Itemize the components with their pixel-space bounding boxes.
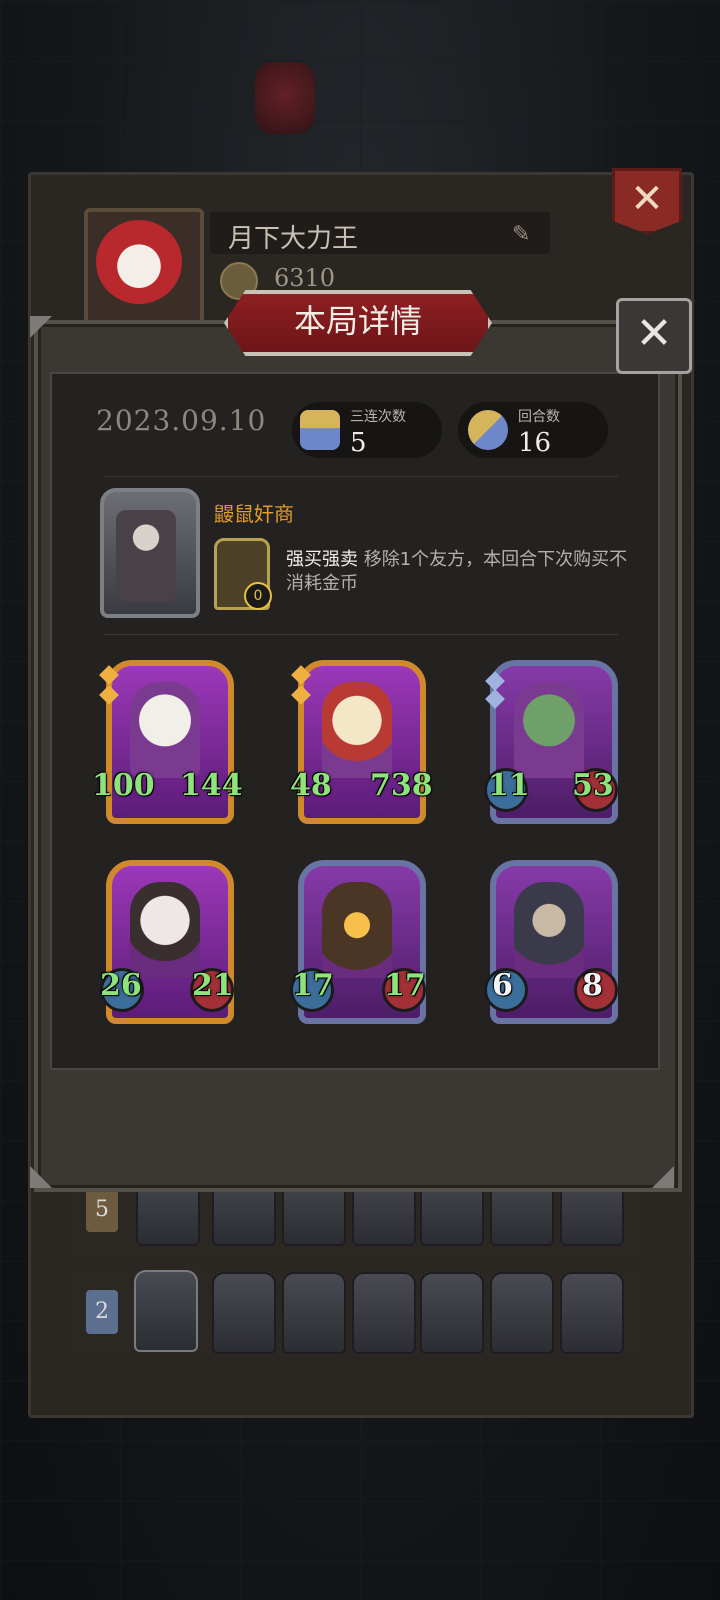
unit-health: 53 <box>572 768 614 803</box>
rank-badge: 5 <box>86 1188 118 1232</box>
unit-thumb <box>352 1272 416 1354</box>
unit-thumb <box>420 1272 484 1354</box>
triple-icon <box>300 410 340 450</box>
rounds-icon <box>468 410 508 450</box>
player-name: 月下大力王 <box>228 224 359 254</box>
unit-thumb <box>560 1272 624 1354</box>
unit-health: 21 <box>192 968 234 1003</box>
modal-title: 本局详情 <box>224 290 492 356</box>
unit-attack: 48 <box>290 768 332 803</box>
close-icon: ✕ <box>635 308 673 359</box>
unit-attack: 11 <box>488 768 530 803</box>
divider <box>104 476 618 477</box>
avatar[interactable] <box>96 220 182 304</box>
skill-name: 强买强卖 <box>286 549 358 570</box>
unit-thumb <box>490 1272 554 1354</box>
unit-portrait <box>130 882 200 978</box>
unit-health: 144 <box>180 768 243 803</box>
unit-portrait <box>514 882 584 978</box>
hero-name: 鼹鼠奸商 <box>214 502 294 526</box>
unit-portrait <box>130 682 200 778</box>
hero-portrait <box>116 510 176 602</box>
unit-portrait <box>514 682 584 778</box>
skill-counter: 0 <box>244 582 272 610</box>
divider <box>104 634 618 635</box>
stat-label: 三连次数 <box>350 409 406 425</box>
stat-value: 5 <box>350 428 367 458</box>
gold-amount: 6310 <box>274 264 336 292</box>
skill-text: 强买强卖 移除1个友方，本回合下次购买不消耗金币 <box>286 548 636 596</box>
hero-thumb <box>134 1270 198 1352</box>
unit-attack: 26 <box>100 968 142 1003</box>
unit-attack: 6 <box>492 968 513 1003</box>
unit-attack: 17 <box>292 968 334 1003</box>
close-button[interactable]: ✕ <box>616 298 692 374</box>
unit-health: 738 <box>370 768 433 803</box>
unit-portrait <box>322 682 392 778</box>
pencil-icon[interactable]: ✎ <box>512 222 530 247</box>
unit-health: 17 <box>384 968 426 1003</box>
lantern-decoration <box>255 62 315 134</box>
unit-attack: 100 <box>92 768 155 803</box>
stat-label: 回合数 <box>518 409 560 425</box>
match-date: 2023.09.10 <box>96 404 267 437</box>
rank-badge: 2 <box>86 1290 118 1334</box>
unit-thumb <box>282 1272 346 1354</box>
stat-value: 16 <box>518 428 552 458</box>
unit-portrait <box>322 882 392 978</box>
unit-thumb <box>212 1272 276 1354</box>
unit-health: 8 <box>582 968 603 1003</box>
profile-close-button[interactable]: ✕ <box>612 168 682 234</box>
